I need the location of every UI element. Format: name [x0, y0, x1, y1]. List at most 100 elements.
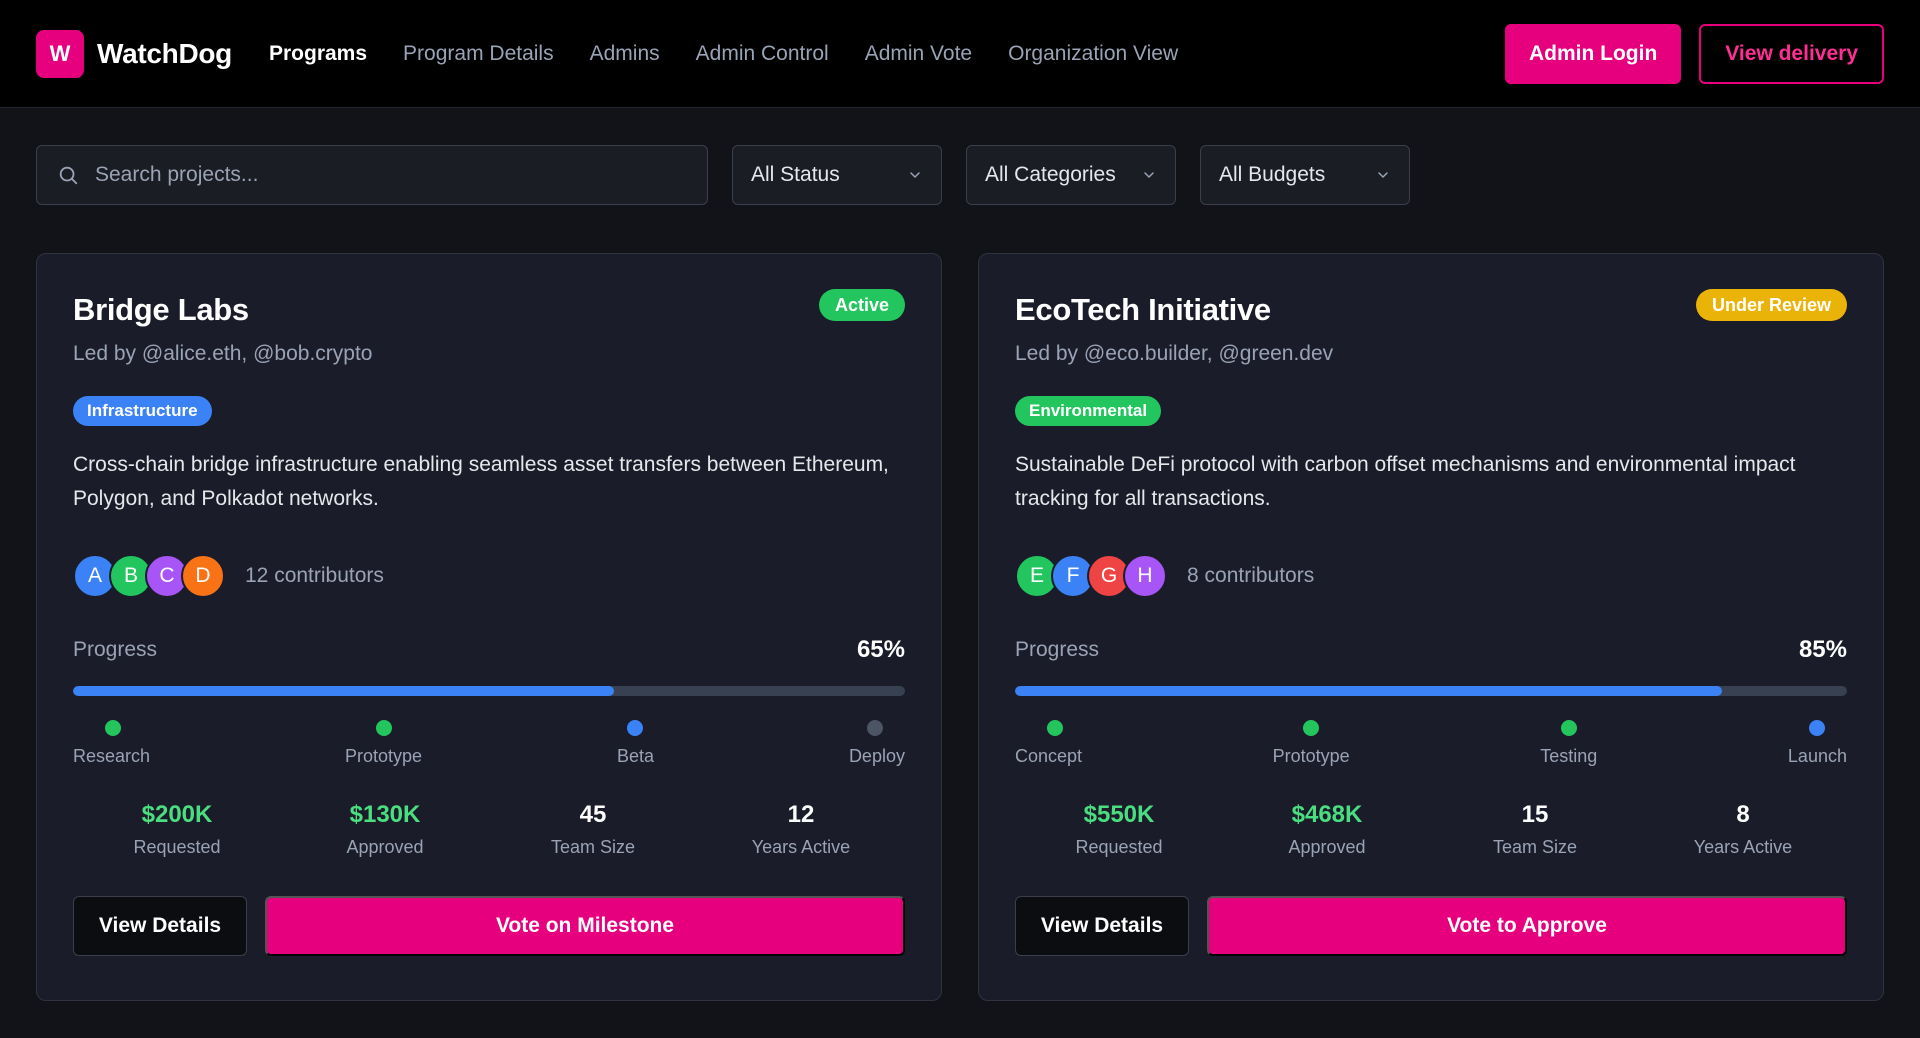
view-delivery-button[interactable]: View delivery — [1699, 23, 1884, 84]
contributors-row: E F G H 8 contributors — [1015, 554, 1847, 598]
milestone-track: Concept Prototype Testing Launch — [1015, 720, 1847, 767]
stat-label: Approved — [1288, 837, 1366, 857]
stat-requested: $200K Requested — [73, 801, 281, 858]
stat-requested: $550K Requested — [1015, 801, 1223, 858]
nav-programs[interactable]: Programs — [269, 42, 367, 66]
milestone-dot — [866, 720, 883, 736]
stat-label: Requested — [133, 837, 221, 857]
progress-percent: 85% — [1798, 636, 1847, 663]
status-badge: Under Review — [1695, 289, 1847, 321]
project-card: EcoTech Initiative Under Review Led by @… — [978, 253, 1884, 1001]
milestone-track: Research Prototype Beta Deploy — [73, 720, 905, 767]
stat-approved: $130K Approved — [281, 801, 489, 858]
stat-label: Years Active — [1693, 837, 1793, 857]
stat-label: Years Active — [751, 837, 851, 857]
nav-organization-view[interactable]: Organization View — [1008, 42, 1178, 66]
milestone: Research — [73, 720, 150, 767]
milestone-label: Research — [73, 746, 151, 766]
stat-value: 12 — [787, 801, 815, 828]
stat-value: 8 — [1736, 801, 1750, 828]
stat-value: 15 — [1521, 801, 1549, 828]
progress-bar — [73, 686, 905, 696]
milestone-dot — [1808, 720, 1825, 736]
vote-on-milestone-button[interactable]: Vote on Milestone — [265, 896, 905, 956]
brand-name[interactable]: WatchDog — [97, 38, 232, 70]
view-details-button[interactable]: View Details — [1015, 896, 1189, 956]
milestone: Beta — [617, 720, 654, 767]
status-filter-value: All Status — [751, 163, 840, 186]
stat-label: Team Size — [550, 837, 636, 857]
avatar-group: E F G H — [1015, 554, 1167, 598]
filter-bar: All Status All Categories All Budgets — [36, 145, 1410, 205]
contributors-row: A B C D 12 contributors — [73, 554, 905, 598]
milestone-label: Concept — [1015, 746, 1083, 766]
progress-bar — [1015, 686, 1847, 696]
main-nav: Programs Program Details Admins Admin Co… — [269, 42, 1178, 66]
top-navbar: W WatchDog Programs Program Details Admi… — [0, 0, 1920, 108]
milestone: Deploy — [849, 720, 905, 767]
progress-fill — [73, 686, 614, 696]
stat-label: Requested — [1075, 837, 1163, 857]
nav-admins[interactable]: Admins — [590, 42, 660, 66]
project-leads: Led by @alice.eth, @bob.crypto — [73, 342, 373, 365]
progress-label: Progress — [73, 638, 158, 661]
milestone: Prototype — [345, 720, 422, 767]
avatar: D — [181, 554, 225, 598]
milestone-label: Testing — [1540, 746, 1598, 766]
project-leads: Led by @eco.builder, @green.dev — [1015, 342, 1334, 365]
card-header: Bridge Labs Active — [73, 289, 905, 328]
project-description: Cross-chain bridge infrastructure enabli… — [73, 453, 889, 510]
chevron-down-icon — [1378, 172, 1388, 178]
card-header: EcoTech Initiative Under Review — [1015, 289, 1847, 328]
progress-fill — [1015, 686, 1723, 696]
category-filter-value: All Categories — [985, 163, 1116, 186]
card-actions: View Details Vote to Approve — [1015, 896, 1847, 956]
view-details-button[interactable]: View Details — [73, 896, 247, 956]
milestone-label: Launch — [1787, 746, 1847, 766]
nav-admin-vote[interactable]: Admin Vote — [865, 42, 972, 66]
stat-value: $550K — [1083, 801, 1155, 828]
milestone-dot — [375, 720, 392, 736]
project-description: Sustainable DeFi protocol with carbon of… — [1015, 453, 1796, 510]
search-input[interactable] — [95, 163, 687, 187]
milestone: Launch — [1788, 720, 1847, 767]
milestone-label: Deploy — [848, 746, 905, 766]
milestone-dot — [1560, 720, 1577, 736]
budget-filter-select[interactable]: All Budgets — [1200, 145, 1410, 205]
stats-row: $200K Requested $130K Approved 45 Team S… — [73, 801, 905, 858]
progress-header: Progress 65% — [73, 636, 905, 664]
contributors-count: 8 contributors — [1187, 564, 1315, 587]
progress-header: Progress 85% — [1015, 636, 1847, 664]
category-filter-select[interactable]: All Categories — [966, 145, 1176, 205]
milestone: Concept — [1015, 720, 1082, 767]
milestone-label: Prototype — [344, 746, 423, 766]
admin-login-button[interactable]: Admin Login — [1504, 23, 1682, 84]
milestone-dot — [1047, 720, 1063, 736]
stat-label: Approved — [346, 837, 424, 857]
status-filter-select[interactable]: All Status — [732, 145, 942, 205]
milestone: Testing — [1540, 720, 1597, 767]
progress-percent: 65% — [856, 636, 905, 663]
budget-filter-value: All Budgets — [1219, 163, 1326, 186]
nav-program-details[interactable]: Program Details — [403, 42, 554, 66]
stats-row: $550K Requested $468K Approved 15 Team S… — [1015, 801, 1847, 858]
stat-team-size: 15 Team Size — [1431, 801, 1639, 858]
nav-admin-control[interactable]: Admin Control — [696, 42, 829, 66]
project-card: Bridge Labs Active Led by @alice.eth, @b… — [36, 253, 942, 1001]
stat-value: $468K — [1291, 801, 1363, 828]
project-title: Bridge Labs — [73, 292, 249, 327]
stat-label: Team Size — [1492, 837, 1578, 857]
stat-value: $130K — [349, 801, 421, 828]
stat-value: $200K — [141, 801, 213, 828]
stat-approved: $468K Approved — [1223, 801, 1431, 858]
milestone-dot — [627, 720, 644, 736]
search-box[interactable] — [36, 145, 708, 205]
card-actions: View Details Vote on Milestone — [73, 896, 905, 956]
stat-team-size: 45 Team Size — [489, 801, 697, 858]
stat-value: 45 — [579, 801, 607, 828]
contributors-count: 12 contributors — [245, 564, 384, 587]
logo-icon[interactable]: W — [36, 29, 84, 78]
vote-to-approve-button[interactable]: Vote to Approve — [1207, 896, 1847, 956]
milestone-label: Beta — [616, 746, 654, 766]
avatar-group: A B C D — [73, 554, 225, 598]
